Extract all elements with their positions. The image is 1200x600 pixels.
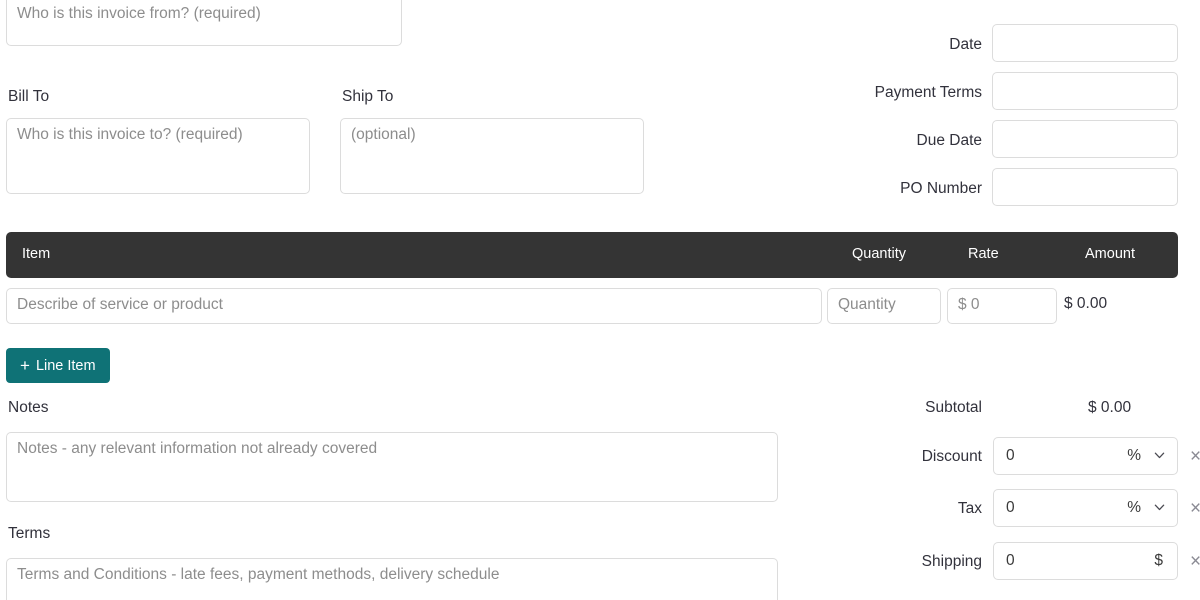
tax-value: 0 (1006, 499, 1015, 516)
terms-label: Terms (8, 525, 51, 542)
shipping-unit: $ (1154, 552, 1163, 569)
discount-label: Discount (921, 448, 982, 465)
chevron-down-icon[interactable] (1154, 450, 1165, 461)
column-header-amount: Amount (1085, 246, 1135, 262)
add-line-item-button[interactable]: + Line Item (6, 348, 110, 383)
chevron-down-icon[interactable] (1154, 502, 1165, 513)
remove-shipping-icon[interactable]: × (1190, 552, 1200, 571)
bill-to-label: Bill To (8, 88, 50, 105)
item-rate-placeholder: $ 0 (958, 296, 980, 313)
date-input[interactable] (992, 24, 1178, 62)
item-amount-value: $ 0.00 (1064, 295, 1108, 312)
terms-textarea[interactable]: Terms and Conditions - late fees, paymen… (6, 558, 778, 600)
ship-to-placeholder: (optional) (351, 126, 416, 143)
discount-unit: % (1127, 447, 1141, 464)
tax-label: Tax (957, 500, 982, 517)
invoice-from-textarea[interactable]: Who is this invoice from? (required) (6, 0, 402, 46)
tax-unit: % (1127, 499, 1141, 516)
column-header-item: Item (22, 246, 51, 262)
subtotal-value: $ 0.00 (1088, 399, 1132, 416)
notes-label: Notes (8, 399, 49, 416)
notes-textarea[interactable]: Notes - any relevant information not alr… (6, 432, 778, 502)
terms-placeholder: Terms and Conditions - late fees, paymen… (17, 566, 500, 583)
invoice-from-placeholder: Who is this invoice from? (required) (17, 5, 261, 22)
column-header-quantity: Quantity (852, 246, 906, 262)
remove-discount-icon[interactable]: × (1190, 447, 1200, 466)
due-date-label: Due Date (916, 132, 982, 149)
bill-to-textarea[interactable]: Who is this invoice to? (required) (6, 118, 310, 194)
item-description-input[interactable]: Describe of service or product (6, 288, 822, 324)
item-description-placeholder: Describe of service or product (17, 296, 223, 313)
subtotal-label: Subtotal (925, 399, 982, 416)
ship-to-label: Ship To (342, 88, 394, 105)
date-label: Date (949, 36, 982, 53)
discount-input[interactable]: 0 % (993, 437, 1178, 475)
invoice-form-page: Who is this invoice from? (required) Bil… (0, 0, 1200, 600)
column-header-rate: Rate (968, 246, 999, 262)
notes-placeholder: Notes - any relevant information not alr… (17, 440, 378, 457)
shipping-label: Shipping (921, 553, 982, 570)
payment-terms-label: Payment Terms (874, 84, 982, 101)
remove-tax-icon[interactable]: × (1190, 499, 1200, 518)
bill-to-placeholder: Who is this invoice to? (required) (17, 126, 243, 143)
payment-terms-input[interactable] (992, 72, 1178, 110)
due-date-input[interactable] (992, 120, 1178, 158)
item-quantity-input[interactable]: Quantity (827, 288, 941, 324)
discount-value: 0 (1006, 447, 1015, 464)
add-line-item-label: Line Item (35, 357, 96, 374)
shipping-value: 0 (1006, 552, 1015, 569)
ship-to-textarea[interactable]: (optional) (340, 118, 644, 194)
item-quantity-placeholder: Quantity (838, 296, 896, 313)
tax-input[interactable]: 0 % (993, 489, 1178, 527)
po-number-label: PO Number (900, 180, 982, 197)
shipping-input[interactable]: 0 $ (993, 542, 1178, 580)
plus-icon: + (20, 356, 30, 375)
po-number-input[interactable] (992, 168, 1178, 206)
items-table-header: Item Quantity Rate Amount (6, 232, 1178, 278)
item-rate-input[interactable]: $ 0 (947, 288, 1057, 324)
